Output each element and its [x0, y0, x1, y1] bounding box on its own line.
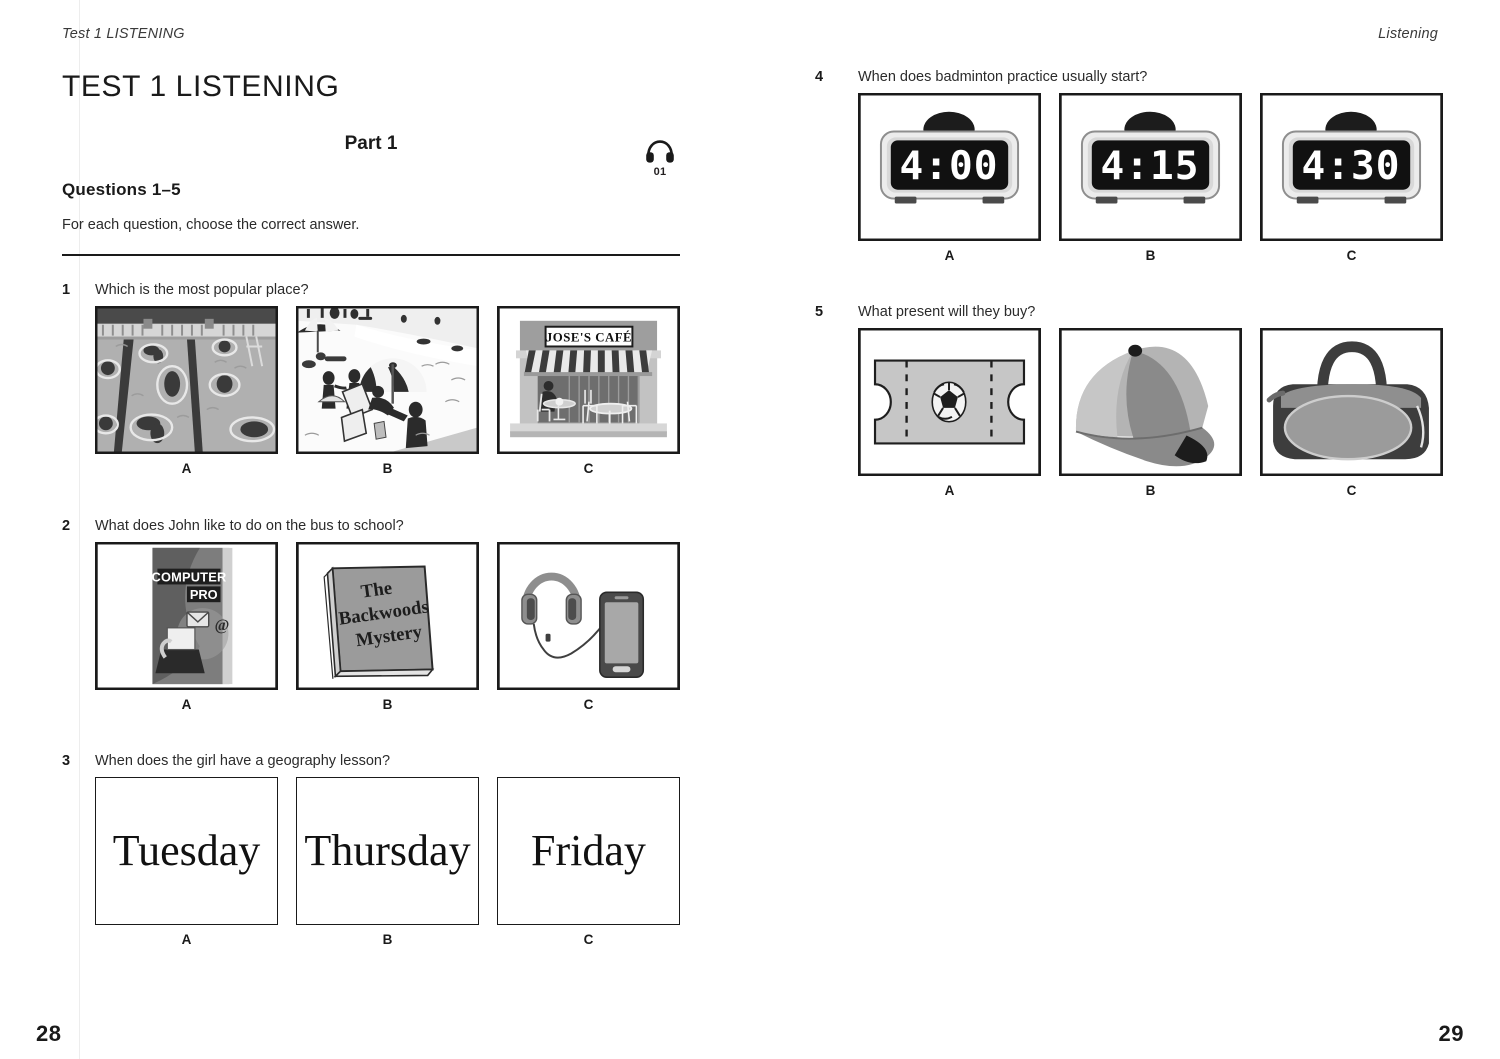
question-text: When does badminton practice usually sta…	[858, 69, 1148, 85]
option-label: C	[583, 697, 594, 712]
audio-track-number: 01	[653, 166, 667, 178]
answer-options: COMPUTER PRO @ A The Backwoods Mystery B…	[95, 542, 680, 712]
question-number: 5	[815, 304, 824, 320]
option-a[interactable]: COMPUTER PRO @ A	[95, 542, 278, 712]
book-spread: Test 1 LISTENING TEST 1 LISTENING Part 1…	[0, 0, 1500, 1059]
option-label: A	[944, 248, 955, 263]
option-a[interactable]: A	[95, 306, 278, 476]
option-a[interactable]: 4:00 A	[858, 93, 1041, 263]
clock-time: 4:30	[1302, 143, 1401, 189]
day-word: Friday	[531, 826, 646, 875]
option-image-swimming-pool[interactable]	[95, 306, 278, 454]
question-number: 4	[815, 69, 824, 85]
option-label: C	[1346, 248, 1357, 263]
option-label: C	[583, 461, 594, 476]
option-label: A	[181, 697, 192, 712]
question-text: What does John like to do on the bus to …	[95, 518, 404, 534]
option-image-clock[interactable]: 4:30	[1260, 93, 1443, 241]
left-page: Test 1 LISTENING TEST 1 LISTENING Part 1…	[0, 0, 750, 1059]
magazine-title-line2: PRO	[190, 587, 218, 602]
question-number: 1	[62, 282, 71, 298]
questions-heading: Questions 1–5	[62, 180, 181, 199]
option-label: A	[944, 483, 955, 498]
option-word-card[interactable]: Thursday	[296, 777, 479, 925]
svg-text:@: @	[215, 617, 230, 634]
option-a[interactable]: Tuesday A	[95, 777, 278, 947]
page-number-right: 29	[1438, 1021, 1464, 1046]
option-image-headphones-phone[interactable]	[497, 542, 680, 690]
option-b[interactable]: B	[1059, 328, 1242, 498]
option-image-cafe[interactable]: JOSE'S CAFÉ	[497, 306, 680, 454]
option-label: B	[382, 932, 393, 947]
option-b[interactable]: 4:15 B	[1059, 93, 1242, 263]
running-head-left: Test 1 LISTENING	[62, 26, 185, 42]
book-title-line1: The	[360, 578, 394, 603]
answer-options: A	[95, 306, 680, 476]
option-image-sports-bag[interactable]	[1260, 328, 1443, 476]
audio-track-marker: 01	[640, 139, 680, 178]
answer-options: Tuesday A Thursday B Friday C	[95, 777, 680, 947]
option-c[interactable]: C	[497, 542, 680, 712]
clock-time: 4:00	[900, 143, 999, 189]
option-label: B	[382, 461, 393, 476]
answer-options: 4:00 A 4:15 B 4:30 C	[858, 93, 1443, 263]
option-word-card[interactable]: Tuesday	[95, 777, 278, 925]
option-image-cap[interactable]	[1059, 328, 1242, 476]
option-image-beach[interactable]	[296, 306, 479, 454]
day-word: Thursday	[304, 826, 471, 875]
option-word-card[interactable]: Friday	[497, 777, 680, 925]
headphones-icon	[640, 139, 680, 165]
option-image-clock[interactable]: 4:15	[1059, 93, 1242, 241]
option-b[interactable]: B	[296, 306, 479, 476]
option-label: B	[1145, 483, 1156, 498]
option-image-clock[interactable]: 4:00	[858, 93, 1041, 241]
right-page: Listening 4 When does badminton practice…	[750, 0, 1500, 1059]
running-head-right: Listening	[1378, 26, 1438, 42]
instruction-text: For each question, choose the correct an…	[62, 217, 360, 233]
option-label: A	[181, 461, 192, 476]
option-image-computer-magazine[interactable]: COMPUTER PRO @	[95, 542, 278, 690]
page-trim-line	[79, 0, 80, 1059]
page-title: TEST 1 LISTENING	[62, 70, 340, 103]
option-c[interactable]: 4:30 C	[1260, 93, 1443, 263]
question-number: 2	[62, 518, 71, 534]
option-image-ticket[interactable]	[858, 328, 1041, 476]
option-label: C	[583, 932, 594, 947]
question-text: What present will they buy?	[858, 304, 1036, 320]
option-a[interactable]: A	[858, 328, 1041, 498]
day-word: Tuesday	[112, 826, 261, 875]
cafe-sign-text: JOSE'S CAFÉ	[546, 331, 632, 345]
option-label: B	[382, 697, 393, 712]
option-label: A	[181, 932, 192, 947]
clock-time: 4:15	[1101, 143, 1200, 189]
part-label: Part 1	[344, 133, 398, 154]
option-c[interactable]: Friday C	[497, 777, 680, 947]
option-label: B	[1145, 248, 1156, 263]
page-number-left: 28	[36, 1021, 62, 1046]
answer-options: A	[858, 328, 1443, 498]
option-image-book[interactable]: The Backwoods Mystery	[296, 542, 479, 690]
question-text: When does the girl have a geography less…	[95, 753, 391, 769]
option-b[interactable]: Thursday B	[296, 777, 479, 947]
magazine-title-line1: COMPUTER	[152, 569, 227, 584]
option-c[interactable]: JOSE'S CAFÉ C	[497, 306, 680, 476]
question-text: Which is the most popular place?	[95, 282, 309, 298]
option-label: C	[1346, 483, 1357, 498]
section-rule	[62, 254, 680, 256]
option-b[interactable]: The Backwoods Mystery B	[296, 542, 479, 712]
question-number: 3	[62, 753, 71, 769]
option-c[interactable]: C	[1260, 328, 1443, 498]
